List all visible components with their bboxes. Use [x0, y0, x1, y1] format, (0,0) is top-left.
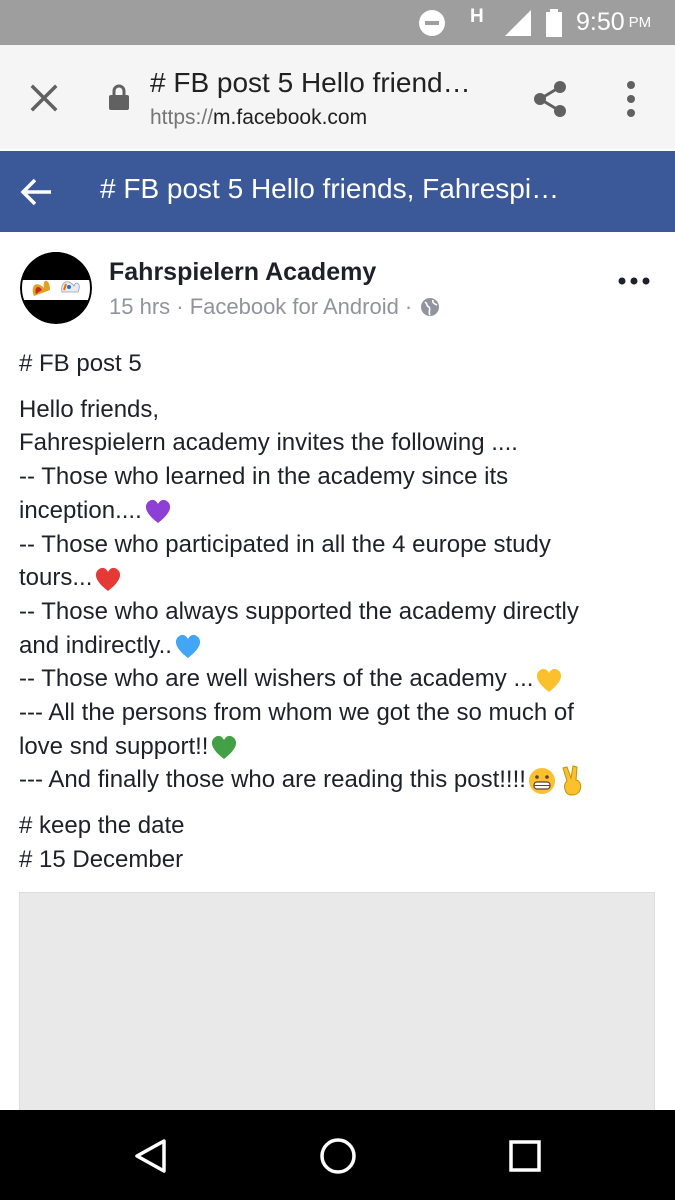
- purple-heart-icon: [145, 500, 170, 524]
- post-hashtag[interactable]: # keep the date: [19, 809, 659, 843]
- avatar[interactable]: [20, 252, 92, 324]
- url-host: m.facebook.com: [213, 106, 368, 129]
- post-meta: 15 hrs · Facebook for Android ·: [109, 294, 440, 320]
- clock-time: 9:50: [576, 8, 625, 36]
- nav-home-icon[interactable]: [319, 1137, 357, 1175]
- more-horiz-icon[interactable]: [617, 272, 651, 290]
- post-line-text: tours...: [19, 564, 93, 592]
- browser-page-title[interactable]: # FB post 5 Hello friend…: [150, 67, 471, 99]
- browser-url[interactable]: https://m.facebook.com: [150, 106, 367, 130]
- post-line: --- All the persons from whom we got the…: [19, 699, 574, 727]
- clock: 9:50 PM: [576, 0, 651, 45]
- clock-ampm: PM: [628, 14, 652, 31]
- network-type-indicator: H: [470, 5, 484, 27]
- nav-back-icon[interactable]: [133, 1138, 167, 1174]
- victory-hand-icon: [562, 765, 582, 796]
- more-vert-icon[interactable]: [622, 79, 640, 119]
- academy-logo: [20, 252, 92, 324]
- yellow-heart-icon: [537, 668, 562, 692]
- post-line-text: --- And finally those who are reading th…: [19, 766, 526, 794]
- share-icon[interactable]: [530, 79, 570, 119]
- lock-icon: [109, 84, 129, 110]
- post-line-text: -- Those who are well wishers of the aca…: [19, 665, 534, 693]
- post-line: Hello friends,: [19, 395, 160, 423]
- globe-icon: [421, 298, 440, 316]
- signal-icon: [503, 0, 533, 45]
- post-line: -- Those who participated in all the 4 e…: [19, 530, 551, 558]
- nav-recents-icon[interactable]: [508, 1139, 542, 1173]
- browser-toolbar: # FB post 5 Hello friend… https://m.face…: [0, 45, 675, 149]
- post-author[interactable]: Fahrspielern Academy: [109, 258, 376, 287]
- post-line: tours...: [19, 561, 659, 595]
- post-tag-line: # FB post 5: [19, 350, 142, 377]
- blue-heart-icon: [175, 635, 201, 659]
- green-heart-icon: [212, 736, 237, 760]
- fb-page-title: # FB post 5 Hello friends, Fahrespi…: [100, 173, 560, 204]
- post-line: -- Those who are well wishers of the aca…: [19, 662, 659, 696]
- android-nav-bar: [0, 1110, 675, 1200]
- post-line: --- And finally those who are reading th…: [19, 763, 659, 797]
- post-line: Fahrespielern academy invites the follow…: [19, 429, 518, 457]
- post-line-text: love snd support!!: [19, 732, 209, 760]
- post-line-text: inception....: [19, 496, 142, 524]
- post-line: -- Those who always supported the academ…: [19, 597, 579, 625]
- url-scheme: https://: [150, 106, 214, 129]
- close-icon[interactable]: [28, 82, 60, 114]
- post-line: -- Those who learned in the academy sinc…: [19, 463, 509, 491]
- post-line: inception....: [19, 494, 659, 528]
- post-meta-text: 15 hrs · Facebook for Android ·: [109, 294, 413, 319]
- post-body: # FB post 5 Hello friends, Fahrespielern…: [19, 347, 659, 877]
- grimacing-face-icon: [528, 768, 555, 795]
- post-hashtag[interactable]: # 15 December: [19, 843, 659, 877]
- post-line-text: and indirectly..: [19, 631, 172, 659]
- battery-icon: [545, 0, 563, 45]
- post-line: and indirectly..: [19, 629, 659, 663]
- do-not-disturb-icon: [418, 0, 446, 45]
- status-bar: H 9:50 PM: [0, 0, 675, 45]
- post-media-placeholder[interactable]: [19, 892, 655, 1112]
- post-line: love snd support!!: [19, 730, 659, 764]
- back-arrow-icon[interactable]: [20, 175, 54, 209]
- red-heart-icon: [96, 567, 121, 591]
- facebook-header: # FB post 5 Hello friends, Fahrespi…: [0, 151, 675, 232]
